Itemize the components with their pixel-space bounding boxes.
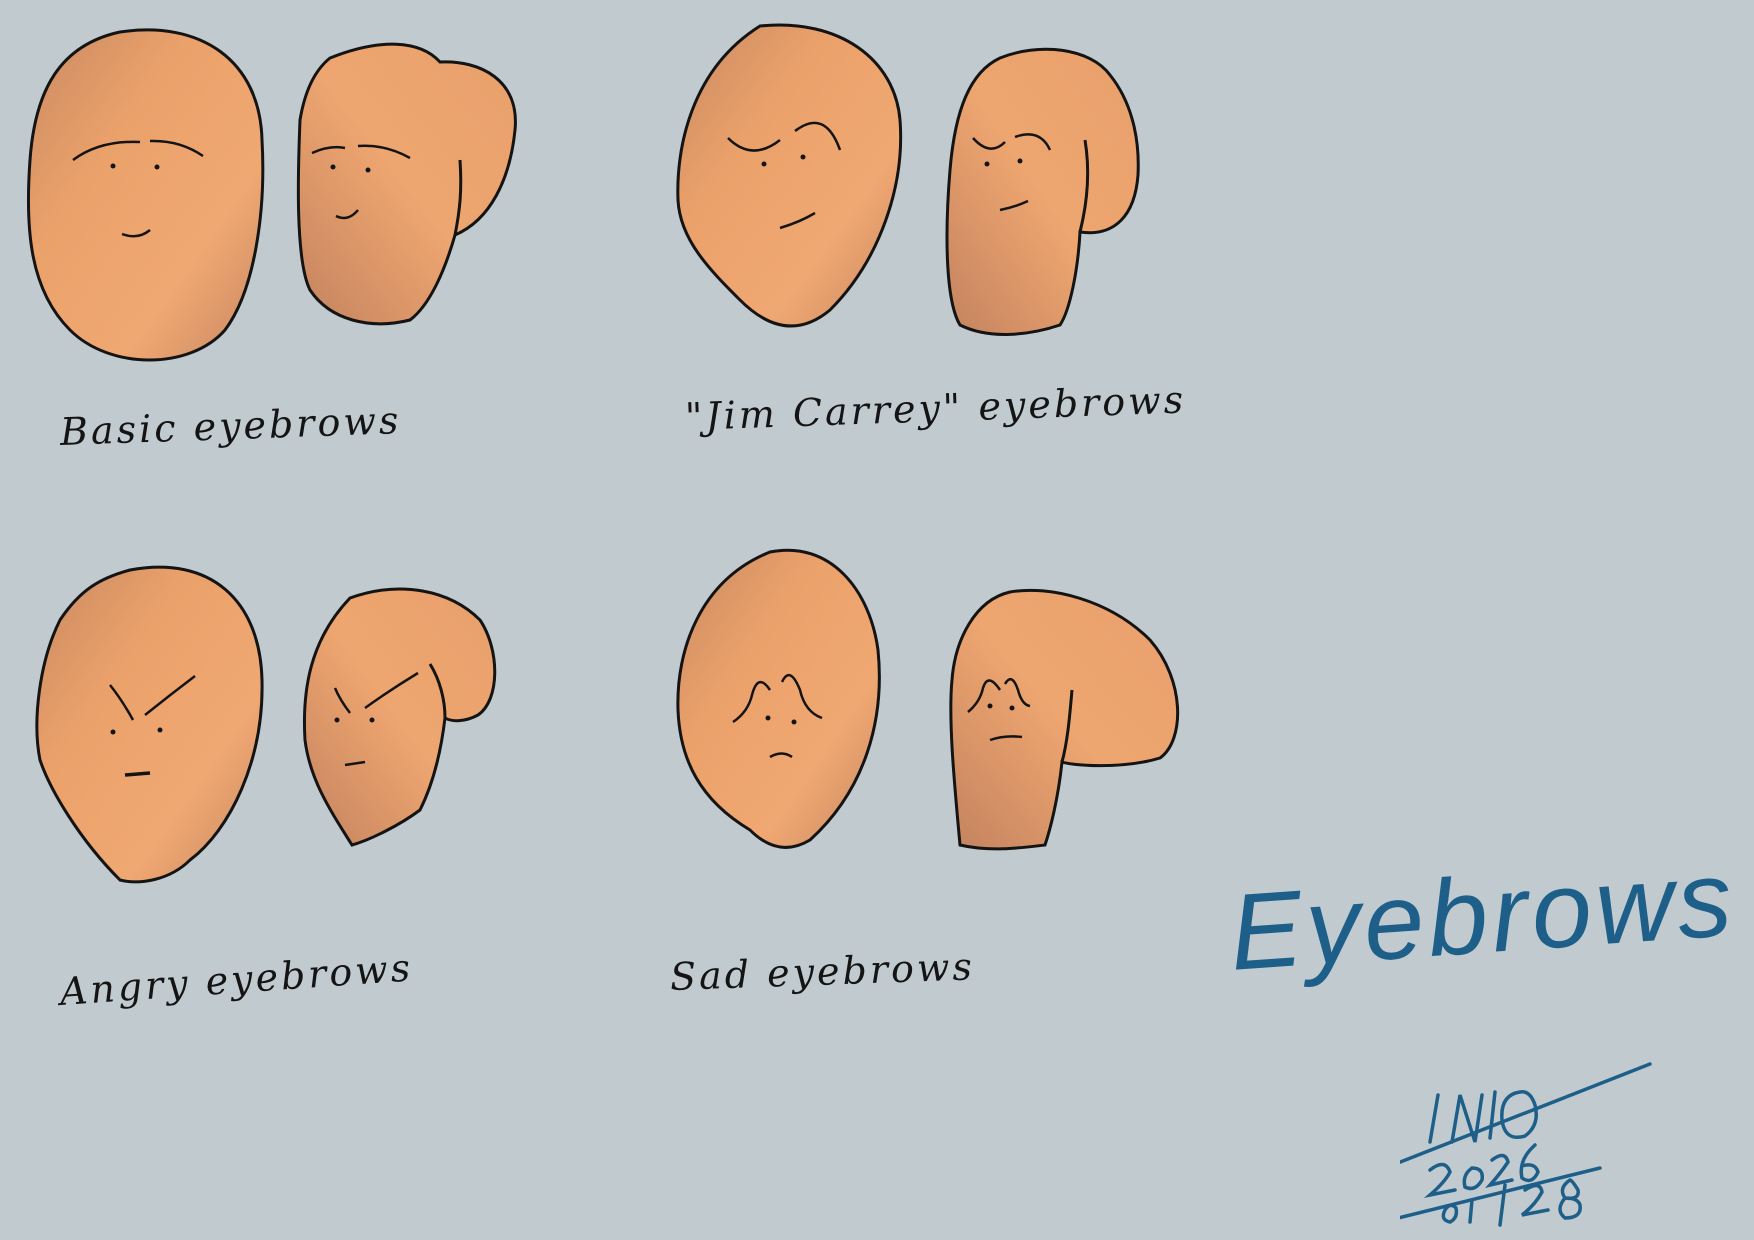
face-jim-carrey-front (676, 23, 903, 328)
face-sad-side (949, 588, 1180, 851)
face-sad-front (676, 548, 881, 849)
face-angry-side (302, 587, 497, 847)
face-angry-front (35, 565, 264, 884)
face-basic-front (26, 28, 265, 362)
drawing-canvas: Basic eyebrows "Jim Carrey" eyebrows Ang… (0, 0, 1754, 1240)
face-jim-carrey-side (945, 47, 1140, 336)
signature-drawing (1400, 1062, 1652, 1227)
face-basic-side (296, 42, 517, 326)
